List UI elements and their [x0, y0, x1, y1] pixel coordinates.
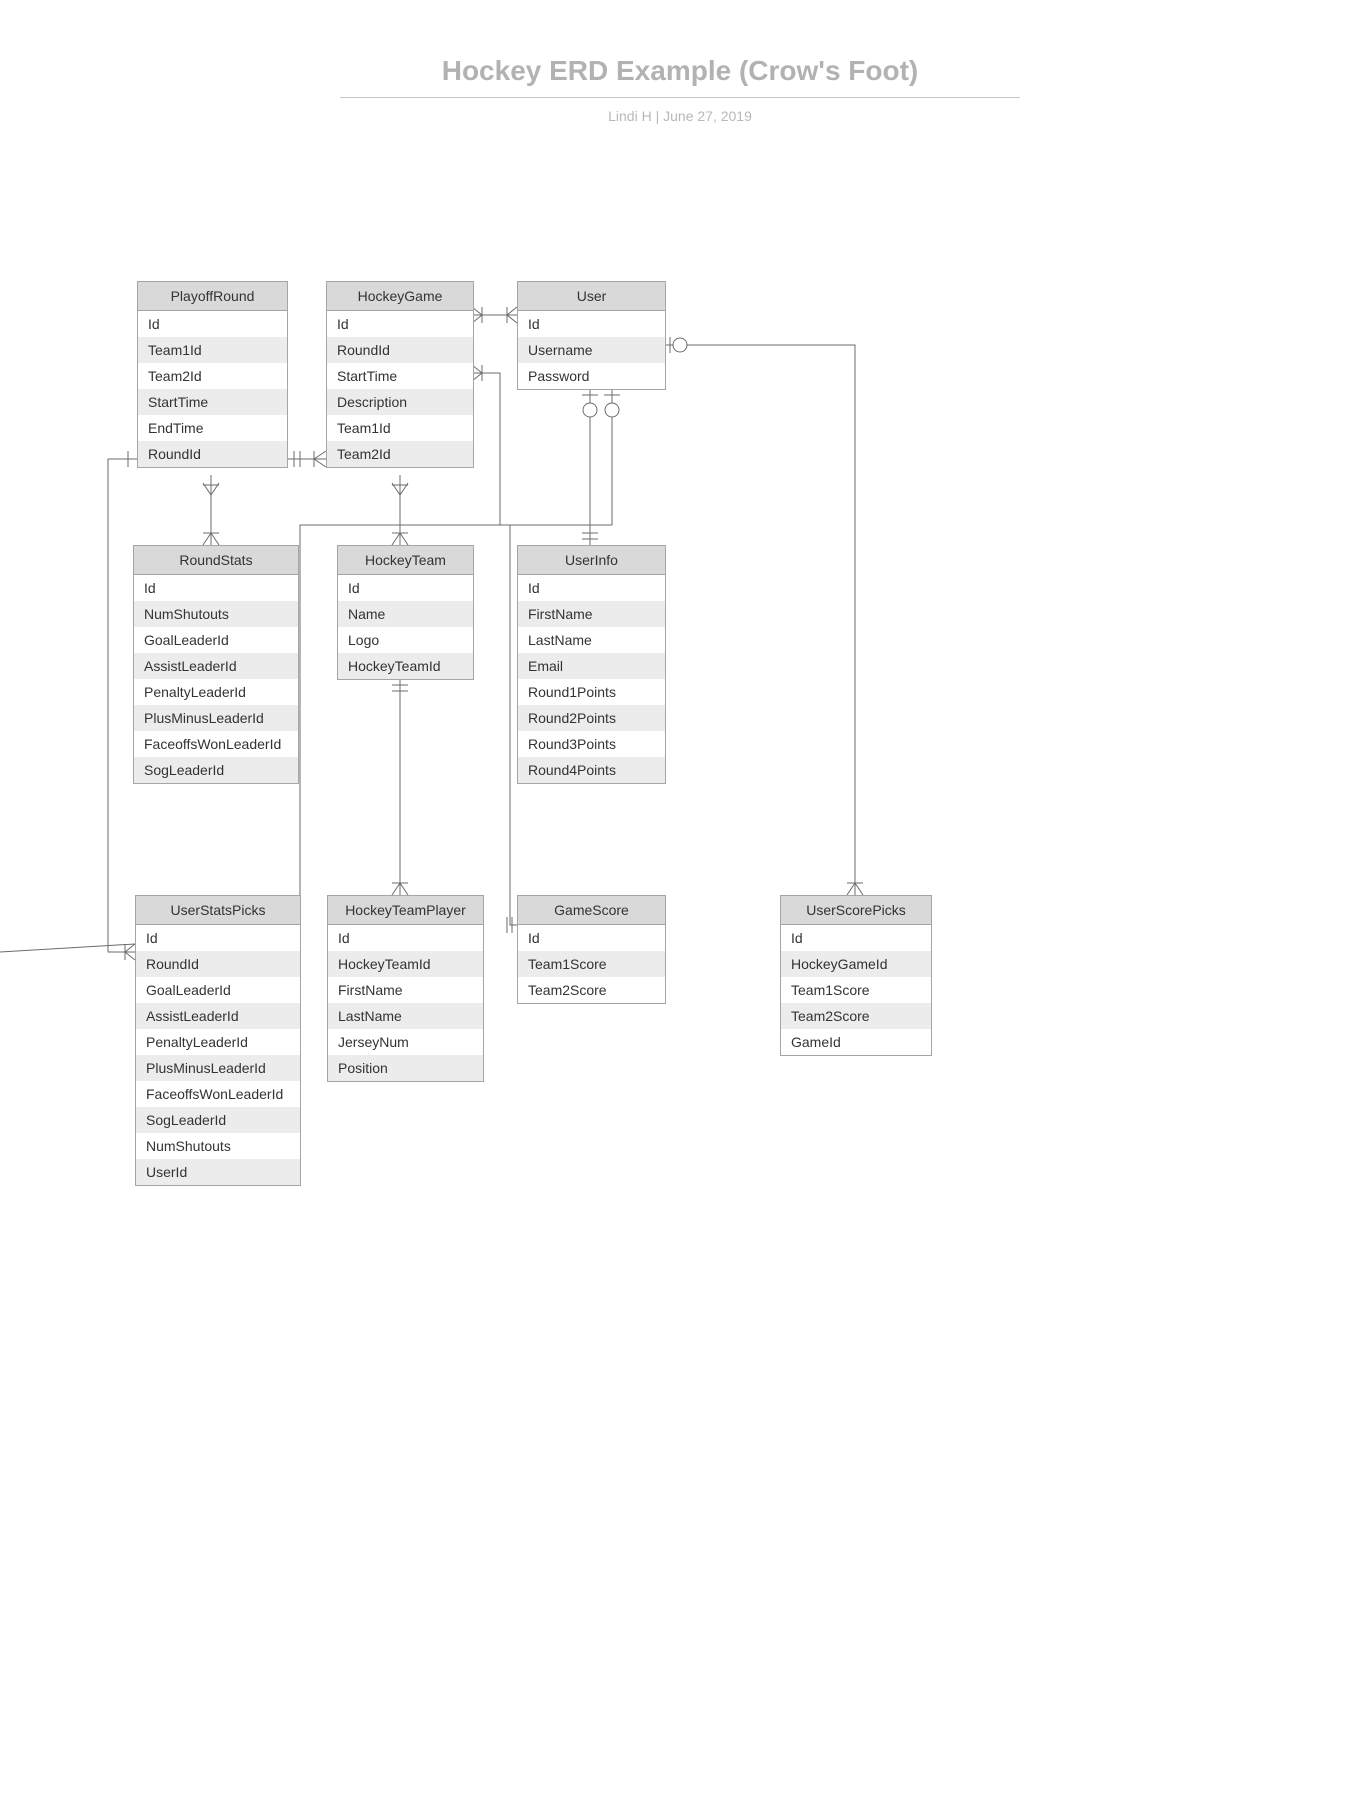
- field: Team2Score: [518, 977, 665, 1003]
- entity-hockeyteamplayer[interactable]: HockeyTeamPlayer Id HockeyTeamId FirstNa…: [327, 895, 484, 1082]
- field: Position: [328, 1055, 483, 1081]
- entity-header: UserStatsPicks: [136, 896, 300, 925]
- entity-header: UserScorePicks: [781, 896, 931, 925]
- entity-header: HockeyGame: [327, 282, 473, 311]
- field: Id: [338, 575, 473, 601]
- field: JerseyNum: [328, 1029, 483, 1055]
- field: Team1Score: [781, 977, 931, 1003]
- entity-header: PlayoffRound: [138, 282, 287, 311]
- field: SogLeaderId: [136, 1107, 300, 1133]
- field: Id: [136, 925, 300, 951]
- field: Round2Points: [518, 705, 665, 731]
- entity-userscorepicks[interactable]: UserScorePicks Id HockeyGameId Team1Scor…: [780, 895, 932, 1056]
- entity-roundstats[interactable]: RoundStats Id NumShutouts GoalLeaderId A…: [133, 545, 299, 784]
- entity-header: User: [518, 282, 665, 311]
- field: FirstName: [518, 601, 665, 627]
- field: EndTime: [138, 415, 287, 441]
- field: RoundId: [136, 951, 300, 977]
- field: UserId: [136, 1159, 300, 1185]
- field: HockeyTeamId: [338, 653, 473, 679]
- field: AssistLeaderId: [134, 653, 298, 679]
- field: Name: [338, 601, 473, 627]
- entity-header: HockeyTeam: [338, 546, 473, 575]
- field: LastName: [328, 1003, 483, 1029]
- field: PenaltyLeaderId: [134, 679, 298, 705]
- field: FaceoffsWonLeaderId: [136, 1081, 300, 1107]
- field: StartTime: [327, 363, 473, 389]
- entity-header: GameScore: [518, 896, 665, 925]
- field: Id: [134, 575, 298, 601]
- field: FirstName: [328, 977, 483, 1003]
- field: Description: [327, 389, 473, 415]
- entity-header: HockeyTeamPlayer: [328, 896, 483, 925]
- field: Round4Points: [518, 757, 665, 783]
- field: HockeyTeamId: [328, 951, 483, 977]
- field: PlusMinusLeaderId: [136, 1055, 300, 1081]
- field: Email: [518, 653, 665, 679]
- field: RoundId: [138, 441, 287, 467]
- field: Username: [518, 337, 665, 363]
- field: GoalLeaderId: [134, 627, 298, 653]
- entity-userinfo[interactable]: UserInfo Id FirstName LastName Email Rou…: [517, 545, 666, 784]
- entity-header: RoundStats: [134, 546, 298, 575]
- field: Team2Id: [327, 441, 473, 467]
- field: Round3Points: [518, 731, 665, 757]
- entity-user[interactable]: User Id Username Password: [517, 281, 666, 390]
- field: Password: [518, 363, 665, 389]
- field: LastName: [518, 627, 665, 653]
- entity-userstatspicks[interactable]: UserStatsPicks Id RoundId GoalLeaderId A…: [135, 895, 301, 1186]
- erd-canvas: PlayoffRound Id Team1Id Team2Id StartTim…: [0, 55, 1360, 1815]
- field: FaceoffsWonLeaderId: [134, 731, 298, 757]
- field: Team2Id: [138, 363, 287, 389]
- field: PlusMinusLeaderId: [134, 705, 298, 731]
- field: RoundId: [327, 337, 473, 363]
- field: GoalLeaderId: [136, 977, 300, 1003]
- field: Id: [518, 575, 665, 601]
- field: SogLeaderId: [134, 757, 298, 783]
- field: Id: [328, 925, 483, 951]
- field: Id: [781, 925, 931, 951]
- entity-gamescore[interactable]: GameScore Id Team1Score Team2Score: [517, 895, 666, 1004]
- field: HockeyGameId: [781, 951, 931, 977]
- field: Id: [138, 311, 287, 337]
- field: Team1Id: [138, 337, 287, 363]
- field: NumShutouts: [136, 1133, 300, 1159]
- entity-playoffround[interactable]: PlayoffRound Id Team1Id Team2Id StartTim…: [137, 281, 288, 468]
- field: GameId: [781, 1029, 931, 1055]
- field: Id: [518, 925, 665, 951]
- field: Round1Points: [518, 679, 665, 705]
- field: AssistLeaderId: [136, 1003, 300, 1029]
- field: StartTime: [138, 389, 287, 415]
- field: Id: [518, 311, 665, 337]
- field: Team1Score: [518, 951, 665, 977]
- field: PenaltyLeaderId: [136, 1029, 300, 1055]
- field: Logo: [338, 627, 473, 653]
- entity-header: UserInfo: [518, 546, 665, 575]
- entity-hockeygame[interactable]: HockeyGame Id RoundId StartTime Descript…: [326, 281, 474, 468]
- field: NumShutouts: [134, 601, 298, 627]
- field: Team2Score: [781, 1003, 931, 1029]
- entity-hockeyteam[interactable]: HockeyTeam Id Name Logo HockeyTeamId: [337, 545, 474, 680]
- field: Id: [327, 311, 473, 337]
- field: Team1Id: [327, 415, 473, 441]
